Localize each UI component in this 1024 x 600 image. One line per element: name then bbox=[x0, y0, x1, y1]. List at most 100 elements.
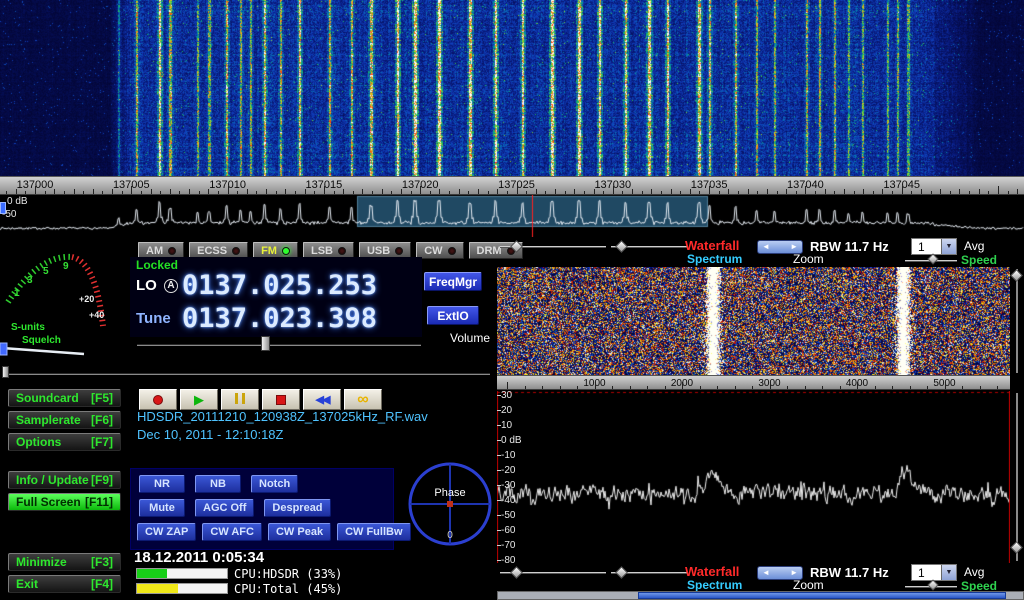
zoom-in-icon[interactable]: ► bbox=[790, 243, 798, 251]
af-spectrum-tab[interactable]: Spectrum bbox=[687, 252, 742, 266]
af-controls-bottom: Waterfall Spectrum ◄► Zoom RBW 11.7 Hz 1… bbox=[497, 564, 1024, 590]
minimize-button[interactable]: Minimize[F3] bbox=[8, 553, 121, 571]
loop-icon: ∞ bbox=[357, 392, 368, 408]
af-spectrum-v-slider[interactable] bbox=[1011, 391, 1023, 563]
cw-zap-button[interactable]: CW ZAP bbox=[137, 523, 196, 541]
cpu-total-text: CPU:Total (45%) bbox=[234, 582, 342, 596]
rf-frequency-scale[interactable]: 1370001370051370101370151370201370251370… bbox=[0, 176, 1024, 195]
s-meter[interactable]: 1 3 5 9 +20 +40 S-units Squelch bbox=[0, 240, 128, 368]
zoom-out-icon[interactable]: ◄ bbox=[762, 243, 770, 251]
bandwidth-slider[interactable] bbox=[2, 365, 490, 378]
freq-scale-tick bbox=[478, 189, 479, 194]
freq-scale-tick bbox=[411, 191, 412, 194]
loop-button[interactable]: ∞ bbox=[344, 389, 382, 410]
freq-scale-tick bbox=[863, 189, 864, 194]
af-controls-top: Waterfall Spectrum ◄► Zoom RBW 11.7 Hz 1… bbox=[497, 238, 1024, 264]
slider-handle[interactable] bbox=[510, 240, 523, 253]
slider-handle[interactable] bbox=[1010, 269, 1023, 282]
rewind-button[interactable]: ◀◀ bbox=[303, 389, 341, 410]
mode-am-label: AM bbox=[146, 245, 163, 257]
volume-slider-handle[interactable] bbox=[261, 336, 270, 351]
freq-scale-tick bbox=[295, 191, 296, 194]
af-frequency-scale[interactable]: 10002000300040005000 bbox=[497, 375, 1010, 390]
notch-button[interactable]: Notch bbox=[251, 475, 298, 493]
record-button[interactable] bbox=[139, 389, 177, 410]
freqmgr-button[interactable]: FreqMgr bbox=[424, 272, 482, 291]
lo-vfo-badge[interactable]: A bbox=[164, 279, 178, 293]
freq-scale-tick bbox=[603, 191, 604, 194]
slider-handle[interactable] bbox=[1010, 541, 1023, 554]
af-waterfall-v-slider[interactable] bbox=[1011, 267, 1023, 375]
freq-scale-tick bbox=[391, 191, 392, 194]
zoom-in-icon[interactable]: ► bbox=[790, 569, 798, 577]
af-zoom-scrollbar[interactable] bbox=[497, 591, 1024, 600]
dropdown-arrow-icon[interactable]: ▼ bbox=[941, 565, 956, 580]
agc-button[interactable]: AGC Off bbox=[195, 499, 254, 517]
af-db-tick bbox=[497, 470, 501, 471]
mode-cw[interactable]: CW bbox=[416, 242, 463, 259]
af-waterfall-contrast-slider[interactable] bbox=[611, 567, 687, 579]
slider-handle[interactable] bbox=[615, 240, 628, 253]
af-waterfall-contrast-slider[interactable] bbox=[611, 241, 687, 253]
lo-label: LO bbox=[136, 277, 164, 294]
freq-scale-tick bbox=[699, 191, 700, 194]
cw-peak-button[interactable]: CW Peak bbox=[268, 523, 331, 541]
slider-handle[interactable] bbox=[927, 579, 938, 590]
mode-usb-label: USB bbox=[367, 245, 390, 257]
options-button[interactable]: Options[F7] bbox=[8, 433, 121, 451]
slider-handle[interactable] bbox=[615, 566, 628, 579]
volume-slider[interactable] bbox=[137, 336, 421, 351]
rf-db-top-label: 0 dB bbox=[7, 197, 28, 207]
zoom-out-icon[interactable]: ◄ bbox=[762, 569, 770, 577]
bandwidth-slider-handle[interactable] bbox=[2, 366, 9, 378]
play-button[interactable]: ▶ bbox=[180, 389, 218, 410]
samplerate-button[interactable]: Samplerate[F6] bbox=[8, 411, 121, 429]
despread-button[interactable]: Despread bbox=[264, 499, 330, 517]
freq-scale-tick bbox=[35, 186, 36, 194]
af-db-tick bbox=[497, 425, 501, 426]
nr-button[interactable]: NR bbox=[139, 475, 185, 493]
af-zoom-scrollbar-thumb[interactable] bbox=[638, 592, 1006, 599]
fullscreen-button[interactable]: Full Screen[F11] bbox=[8, 493, 121, 511]
exit-button[interactable]: Exit[F4] bbox=[8, 575, 121, 593]
extio-button[interactable]: ExtIO bbox=[427, 306, 479, 325]
info-update-button[interactable]: Info / Update[F9] bbox=[8, 471, 121, 489]
slider-handle[interactable] bbox=[510, 566, 523, 579]
slider-track bbox=[1016, 393, 1018, 561]
squelch-handle[interactable] bbox=[0, 343, 7, 355]
slider-handle[interactable] bbox=[927, 253, 938, 264]
cw-fullbw-button[interactable]: CW FullBw bbox=[337, 523, 410, 541]
tune-frequency-value[interactable]: 0137.023.398 bbox=[182, 303, 377, 334]
rf-spectrum-display[interactable]: 0 dB -50 bbox=[0, 195, 1024, 237]
play-icon: ▶ bbox=[194, 393, 204, 406]
pause-button[interactable] bbox=[221, 389, 259, 410]
af-spectrum-tab[interactable]: Spectrum bbox=[687, 578, 742, 592]
af-waterfall-display[interactable] bbox=[497, 267, 1010, 375]
rf-waterfall-display[interactable] bbox=[0, 0, 1024, 176]
rf-scale-marker[interactable] bbox=[0, 202, 6, 214]
dropdown-arrow-icon[interactable]: ▼ bbox=[941, 239, 956, 254]
af-waterfall-brightness-slider[interactable] bbox=[500, 241, 606, 253]
nb-button[interactable]: NB bbox=[195, 475, 241, 493]
lo-frequency-value[interactable]: 0137.025.253 bbox=[182, 270, 377, 301]
af-scale-tick bbox=[770, 382, 771, 389]
af-speed-slider[interactable] bbox=[905, 255, 957, 267]
af-avg-dropdown[interactable]: 1▼ bbox=[911, 564, 957, 581]
af-waterfall-tab[interactable]: Waterfall bbox=[685, 238, 739, 253]
mode-ecss-led-icon bbox=[232, 247, 240, 255]
soundcard-button[interactable]: Soundcard[F5] bbox=[8, 389, 121, 407]
stop-button[interactable] bbox=[262, 389, 300, 410]
cw-afc-button[interactable]: CW AFC bbox=[202, 523, 262, 541]
af-waterfall-brightness-slider[interactable] bbox=[500, 567, 606, 579]
mute-button[interactable]: Mute bbox=[139, 499, 185, 517]
freq-scale-tick bbox=[719, 191, 720, 194]
freq-scale-tick bbox=[536, 189, 537, 194]
phase-scope[interactable]: Phase 0 bbox=[404, 458, 496, 550]
af-avg-dropdown[interactable]: 1▼ bbox=[911, 238, 957, 255]
freq-scale-tick bbox=[228, 186, 229, 194]
af-waterfall-tab[interactable]: Waterfall bbox=[685, 564, 739, 579]
af-spectrum-display[interactable]: 3020100 dB-10-20-30-40-50-60-70-80 bbox=[497, 391, 1010, 563]
lo-row: LO A 0137.025.253 bbox=[136, 270, 377, 301]
freq-scale-tick bbox=[969, 191, 970, 194]
freq-scale-tick bbox=[959, 189, 960, 194]
